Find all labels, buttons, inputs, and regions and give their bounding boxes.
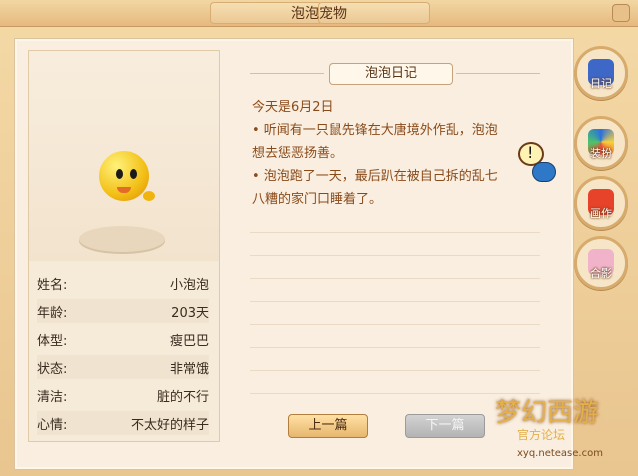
exclamation-glyph: ! [527, 143, 534, 162]
stat-label: 清洁: [37, 390, 68, 405]
diary-header: 泡泡日记 [250, 63, 540, 85]
tab-label: 合影 [590, 267, 612, 280]
stat-value: 脏的不行 [156, 390, 209, 405]
diary-entry-line: • 泡泡跑了一天，最后趴在被自己拆的乱七 [252, 169, 498, 184]
stat-label: 心情: [37, 418, 68, 433]
pet-eye-left [116, 169, 123, 179]
stat-row-clean: 清洁: 脏的不行 [37, 383, 209, 407]
pet-eye-right [130, 169, 137, 179]
ruled-line [250, 347, 540, 348]
pet-info-panel: 姓名: 小泡泡 年龄: 203天 体型: 瘦巴巴 状态: 非常饿 清洁: 脏的不… [28, 50, 220, 442]
diary-entry-line: • 听闻有一只鼠先锋在大唐境外作乱，泡泡 [252, 123, 498, 138]
pet-arm [143, 191, 155, 201]
tab-paintings[interactable]: 画作 [574, 176, 628, 230]
watermark-subtitle: 官方论坛 [517, 428, 566, 442]
ruled-line [250, 255, 540, 256]
next-page-button[interactable]: 下一篇 [405, 414, 485, 438]
stat-label: 状态: [37, 362, 68, 377]
stat-value: 非常饿 [169, 362, 209, 377]
tab-diary[interactable]: 日记 [574, 46, 628, 100]
site-watermark: 梦幻西游 官方论坛 xyq.netease.com [495, 392, 635, 474]
ruled-line [250, 324, 540, 325]
diary-entry-line: 想去惩恶扬善。 [252, 146, 344, 161]
stat-label: 体型: [37, 334, 68, 349]
diary-header-line-left [250, 73, 324, 74]
tab-label: 日记 [590, 77, 612, 90]
ruled-line [250, 278, 540, 279]
pet-pedestal [79, 226, 165, 252]
watermark-url: xyq.netease.com [517, 448, 603, 459]
ruled-line [250, 301, 540, 302]
diary-content: 今天是6月2日 • 听闻有一只鼠先锋在大唐境外作乱，泡泡 想去惩恶扬善。 • 泡… [252, 96, 542, 211]
tab-label: 画作 [590, 207, 612, 220]
stat-row-age: 年龄: 203天 [37, 299, 209, 323]
window-title: 泡泡宠物 [291, 6, 347, 22]
stat-value: 不太好的样子 [130, 418, 209, 433]
ruled-line [250, 370, 540, 371]
tab-label: 装扮 [590, 147, 612, 160]
watermark-logo: 梦幻西游 [495, 398, 600, 428]
diary-title: 泡泡日记 [329, 63, 453, 85]
stat-label: 年龄: [37, 306, 68, 321]
hand-cursor-icon [532, 162, 556, 182]
stat-row-body: 体型: 瘦巴巴 [37, 327, 209, 351]
close-button[interactable] [612, 4, 630, 22]
stat-label: 姓名: [37, 278, 68, 293]
prev-page-button[interactable]: 上一篇 [288, 414, 368, 438]
tab-dress-up[interactable]: 装扮 [574, 116, 628, 170]
pet-window: 泡泡宠物 姓名: 小泡泡 年龄: 203天 体型: 瘦巴巴 状态: 非常饿 清洁… [0, 0, 638, 476]
stat-row-name: 姓名: 小泡泡 [37, 271, 209, 295]
diary-date: 今天是6月2日 [252, 100, 334, 115]
stat-row-status: 状态: 非常饿 [37, 355, 209, 379]
ruled-line [250, 232, 540, 233]
diary-entry-line: 八糟的家门口睡着了。 [252, 192, 383, 207]
pet-avatar [99, 151, 149, 201]
diary-header-line-right [456, 73, 540, 74]
tab-photos[interactable]: 合影 [574, 236, 628, 290]
stat-value: 小泡泡 [169, 278, 209, 293]
pet-portrait-area [29, 51, 219, 261]
stat-value: 203天 [171, 306, 209, 321]
stat-value: 瘦巴巴 [169, 334, 209, 349]
stat-row-mood: 心情: 不太好的样子 [37, 411, 209, 435]
title-bar: 泡泡宠物 [0, 0, 638, 27]
